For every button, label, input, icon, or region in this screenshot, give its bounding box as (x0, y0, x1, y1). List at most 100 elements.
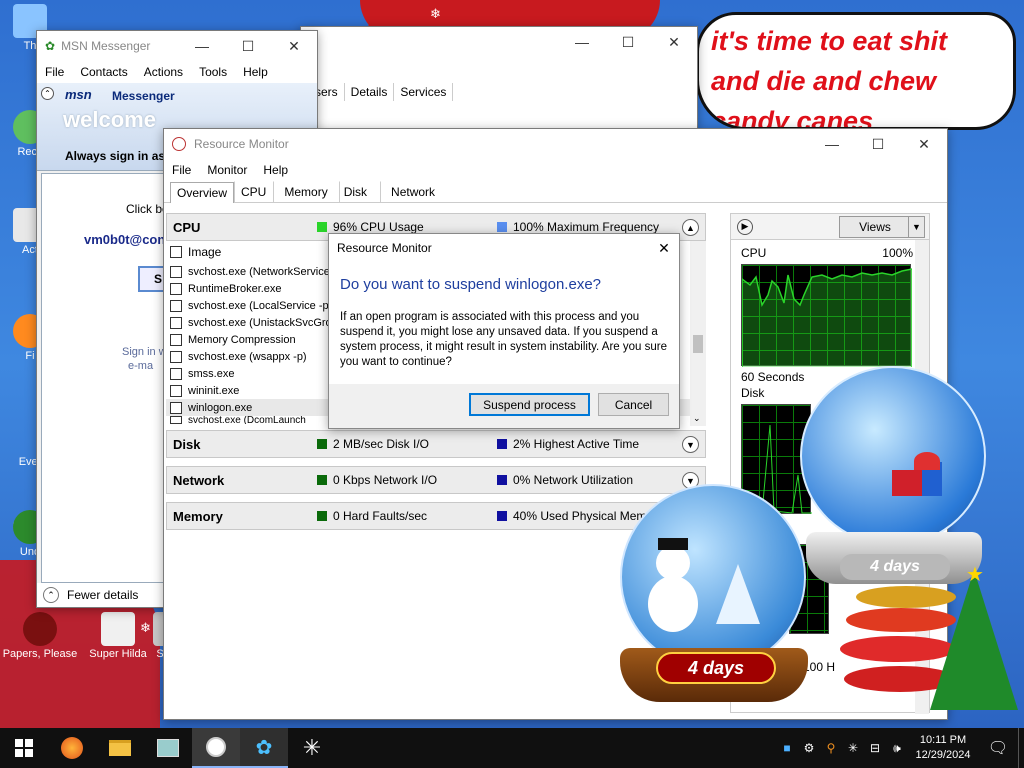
msn-butterfly-icon: ✿ (255, 736, 273, 759)
bubble-line-1: it's time to eat shit (711, 26, 947, 56)
msn-logo-icon: ✿ (45, 39, 56, 53)
desktop-icon-papers-please[interactable]: Papers, Please (0, 612, 80, 660)
taskbar-msn-messenger[interactable]: ✿ (240, 728, 288, 768)
tray-gear-icon[interactable]: ⚙ (798, 741, 820, 755)
menu-help[interactable]: Help (263, 163, 288, 177)
msn-brand-sub: Messenger (112, 89, 175, 103)
taskbar-firefox[interactable] (48, 728, 96, 768)
minimize-icon[interactable]: — (179, 31, 225, 61)
cpu-usage-text: 96% CPU Usage (333, 220, 424, 234)
taskbar-app[interactable] (144, 728, 192, 768)
maximize-icon[interactable]: ☐ (225, 31, 271, 61)
tray-search-icon[interactable]: ⚲ (820, 741, 842, 755)
tab-overview[interactable]: Overview (170, 182, 235, 203)
suspend-dialog[interactable]: Resource Monitor ✕ Do you want to suspen… (328, 233, 680, 429)
cpu-graph-label: CPU (741, 246, 767, 260)
tab-details[interactable]: Details (345, 83, 395, 101)
notification-icon[interactable]: 🗨 (978, 738, 1018, 758)
taskbar-app-star[interactable]: ✳ (288, 728, 336, 768)
menu-file[interactable]: File (172, 163, 191, 177)
folder-icon (109, 740, 131, 756)
speech-bubble: it's time to eat shit and die and chew c… (696, 12, 1016, 130)
close-icon[interactable]: ✕ (649, 240, 679, 257)
chevron-up-icon: ⌃ (43, 587, 59, 603)
tray-app-icon[interactable]: ■ (776, 741, 798, 755)
disk-section-header[interactable]: Disk 2 MB/sec Disk I/O 2% Highest Active… (166, 430, 706, 458)
bubble-line-2: and die and chew (711, 66, 937, 96)
taskbar: ✿ ✳ ■ ⚙ ⚲ ✳ ⊟ 🕪 10:11 PM 12/29/2024 🗨 (0, 728, 1024, 768)
menu-tools[interactable]: Tools (199, 65, 227, 79)
desktop-icon-super-hilda[interactable]: Super Hilda (82, 612, 154, 660)
chevron-down-icon[interactable]: ▼ (682, 436, 699, 453)
clock-time: 10:11 PM (919, 734, 967, 746)
close-icon[interactable]: ✕ (271, 31, 317, 61)
chevron-up-icon[interactable]: ▲ (682, 219, 699, 236)
menu-actions[interactable]: Actions (144, 65, 183, 79)
tab-memory[interactable]: Memory (273, 181, 338, 202)
tab-network[interactable]: Network (380, 181, 446, 202)
email-label: vm0b0t@con (84, 232, 166, 247)
vertical-scrollbar[interactable]: ⌄ (690, 241, 706, 426)
minimize-icon[interactable]: — (559, 27, 605, 57)
menu-file[interactable]: File (45, 65, 64, 79)
dialog-body: If an open program is associated with th… (340, 311, 668, 368)
clock-date: 12/29/2024 (915, 749, 971, 761)
christmas-tree-graphic (930, 570, 1018, 710)
disk-graph-label: Disk (741, 386, 765, 400)
asterisk-icon: ✳ (302, 735, 322, 760)
msn-brand: msn (65, 87, 92, 102)
tray-asterisk-icon[interactable]: ✳ (842, 741, 864, 755)
windows-icon (15, 739, 33, 757)
window-title: Resource Monitor (194, 137, 289, 151)
globe-days-label: 4 days (656, 652, 776, 684)
snow-globe-snowman: 4 days (616, 484, 812, 704)
tray-network-icon[interactable]: ⊟ (864, 741, 886, 755)
tab-cpu[interactable]: CPU (234, 181, 273, 202)
window-title: MSN Messenger (61, 39, 151, 53)
cpu-freq-text: 100% Maximum Frequency (513, 220, 660, 234)
resource-monitor-icon (206, 737, 226, 757)
tray-volume-icon[interactable]: 🕪 (886, 741, 908, 756)
tab-disk[interactable]: Disk (338, 181, 380, 202)
dialog-title: Resource Monitor (337, 241, 432, 255)
menu-monitor[interactable]: Monitor (207, 163, 247, 177)
taskbar-file-explorer[interactable] (96, 728, 144, 768)
sign-in-text: Sign in w (122, 346, 167, 358)
cpu-graph-max: 100% (882, 246, 913, 260)
maximize-icon[interactable]: ☐ (605, 27, 651, 57)
welcome-text: welcome (63, 107, 156, 132)
chevron-right-icon[interactable]: ▶ (737, 218, 753, 235)
taskbar-resource-monitor[interactable] (192, 728, 240, 768)
dialog-heading: Do you want to suspend winlogon.exe? (340, 276, 602, 293)
bubble-line-3: candy canes (711, 106, 874, 130)
start-button[interactable] (0, 728, 48, 768)
tab-services[interactable]: Services (394, 83, 454, 101)
resource-monitor-icon (172, 137, 186, 151)
firefox-icon (61, 737, 83, 759)
snowflake-icon: ❄ (430, 6, 441, 21)
cpu-freq-swatch (497, 222, 507, 232)
email-text: e-ma (128, 360, 154, 372)
fewer-details-link[interactable]: ⌃ Fewer details (37, 583, 167, 607)
menu-contacts[interactable]: Contacts (80, 65, 127, 79)
suspend-process-button[interactable]: Suspend process (469, 393, 590, 416)
cpu-graph (741, 264, 912, 367)
taskbar-clock[interactable]: 10:11 PM 12/29/2024 (908, 733, 978, 763)
close-icon[interactable]: ✕ (651, 27, 697, 57)
chevron-down-icon: ▼ (908, 216, 924, 237)
views-dropdown[interactable]: Views ▼ (839, 215, 925, 238)
super-hilda-icon (101, 612, 135, 646)
select-all-checkbox[interactable] (170, 246, 182, 258)
seconds-label: 60 Seconds (741, 370, 805, 384)
snow-globe-presents: 4 days (796, 366, 992, 590)
close-icon[interactable]: ✕ (901, 129, 947, 159)
maximize-icon[interactable]: ☐ (855, 129, 901, 159)
show-desktop-button[interactable] (1018, 728, 1024, 768)
collapse-icon[interactable]: ⌃ (41, 87, 54, 100)
cpu-usage-swatch (317, 222, 327, 232)
menu-help[interactable]: Help (243, 65, 268, 79)
task-manager-window[interactable]: — ☐ ✕ sers Details Services (300, 26, 698, 130)
minimize-icon[interactable]: — (809, 129, 855, 159)
image-viewer-icon (157, 739, 179, 757)
cancel-button[interactable]: Cancel (598, 393, 669, 416)
